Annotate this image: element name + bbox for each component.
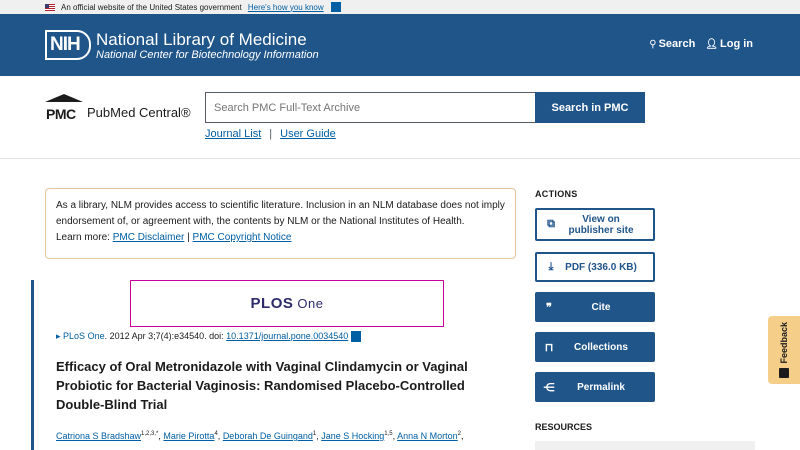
permalink-label: Permalink (577, 381, 625, 393)
chevron-down-icon[interactable] (330, 2, 341, 12)
resources-heading: RESOURCES (535, 422, 593, 432)
doi-link[interactable]: 10.1371/journal.pone.0034540 (226, 331, 348, 341)
login-label: Log in (720, 38, 753, 50)
resources-panel[interactable] (535, 441, 755, 450)
external-link-icon[interactable] (350, 331, 361, 343)
header-search-label: Search (658, 38, 696, 50)
pmc-logo-mark: PMC (45, 94, 83, 122)
sub-links-separator: | (269, 128, 273, 140)
disclaimer-text: As a library, NLM provides access to sci… (56, 200, 505, 227)
author-affiliation[interactable]: 4 (214, 431, 217, 437)
quote-icon: ❞ (546, 301, 552, 314)
feedback-icon (779, 367, 789, 378)
download-icon: ⤓ (548, 260, 554, 273)
cite-button[interactable]: ❞ Cite (535, 292, 655, 322)
search-icon: ⚲ (649, 39, 657, 50)
collections-label: Collections (574, 341, 628, 353)
pdf-button[interactable]: ⤓ PDF (336.0 KB) (535, 252, 655, 282)
article-citation: ▸ PLoS One. 2012 Apr 3;7(4):e34540. doi:… (56, 331, 361, 343)
author-affiliation[interactable]: 2 (458, 431, 461, 437)
feedback-label: Feedback (779, 322, 789, 364)
cite-label: Cite (591, 301, 611, 313)
pmc-search-input[interactable] (205, 92, 536, 123)
author-link[interactable]: Deborah De Guingand (223, 431, 313, 441)
pmc-logo[interactable]: PMC PubMed Central® (45, 94, 191, 122)
journal-link[interactable]: PLoS One (63, 331, 105, 341)
pmc-roof-icon (45, 94, 83, 102)
plos-one-logo: PLOS One (251, 295, 324, 312)
nlm-disclaimer: As a library, NLM provides access to sci… (45, 188, 516, 259)
us-flag-icon (45, 3, 55, 11)
citation-text: . 2012 Apr 3;7(4):e34540. doi: (104, 331, 227, 341)
actions-heading: ACTIONS (535, 189, 578, 199)
heres-how-you-know-link[interactable]: Here's how you know (248, 3, 324, 12)
search-in-pmc-button[interactable]: Search in PMC (535, 92, 645, 123)
author-link[interactable]: Anna N Morton (397, 431, 458, 441)
collections-button[interactable]: ⊓ Collections (535, 332, 655, 362)
plos-logo-text: PLOS (250, 295, 294, 312)
author-affiliation[interactable]: 1 (313, 431, 316, 437)
disclaimer-learn-more: Learn more: PMC Disclaimer | PMC Copyrig… (56, 230, 505, 246)
bookmark-icon: ⊓ (544, 341, 554, 354)
journal-list-link[interactable]: Journal List (205, 128, 261, 140)
journal-logo-banner[interactable]: PLOS One (130, 280, 444, 327)
author-affiliation[interactable]: 1,5 (384, 431, 392, 437)
permalink-button[interactable]: ⋲ Permalink (535, 372, 655, 402)
nih-header: NIH National Library of Medicine Nationa… (0, 14, 800, 76)
author-link[interactable]: Marie Pirotta (163, 431, 214, 441)
pmc-header: PMC PubMed Central® Search in PMC Journa… (0, 76, 800, 159)
author-link[interactable]: Jane S Hocking (321, 431, 384, 441)
pmc-sub-links: Journal List | User Guide (205, 128, 336, 140)
article-front: PLOS One ▸ PLoS One. 2012 Apr 3;7(4):e345… (31, 280, 521, 450)
header-actions: ⚲ Search 👤︎ Log in (649, 38, 753, 50)
view-publisher-label: View on publisher site (568, 213, 634, 236)
author-list: Catriona S Bradshaw1,2,3,*, Marie Pirott… (56, 431, 464, 441)
view-on-publisher-button[interactable]: ⧉ View on publisher site (535, 208, 655, 241)
feedback-tab[interactable]: Feedback (768, 316, 800, 384)
author-affiliation[interactable]: 1,2,3,* (141, 431, 158, 437)
user-icon: 👤︎ (705, 39, 718, 50)
disclaimer-separator: | (187, 232, 190, 243)
learn-more-label: Learn more: (56, 232, 110, 243)
user-guide-link[interactable]: User Guide (280, 128, 336, 140)
ncbi-subtitle: National Center for Biotechnology Inform… (96, 49, 319, 61)
gov-banner: An official website of the United States… (0, 0, 800, 14)
citation-arrow-icon[interactable]: ▸ (56, 331, 61, 341)
share-icon: ⋲ (543, 381, 555, 394)
nlm-title[interactable]: National Library of Medicine (96, 30, 307, 50)
pmc-logo-name: PubMed Central® (87, 105, 191, 120)
pmc-copyright-link[interactable]: PMC Copyright Notice (193, 232, 292, 243)
pmc-mark-text: PMC (46, 106, 76, 122)
login-button[interactable]: 👤︎ Log in (705, 38, 753, 50)
pdf-label: PDF (336.0 KB) (565, 261, 637, 273)
gov-banner-text: An official website of the United States… (61, 2, 242, 12)
author-link[interactable]: Catriona S Bradshaw (56, 431, 141, 441)
header-search-button[interactable]: ⚲ Search (649, 38, 695, 50)
pmc-disclaimer-link[interactable]: PMC Disclaimer (113, 232, 185, 243)
article-title: Efficacy of Oral Metronidazole with Vagi… (56, 359, 468, 412)
plos-logo-suffix: One (297, 296, 324, 311)
external-link-icon: ⧉ (547, 218, 555, 230)
nih-logo[interactable]: NIH (45, 30, 91, 60)
